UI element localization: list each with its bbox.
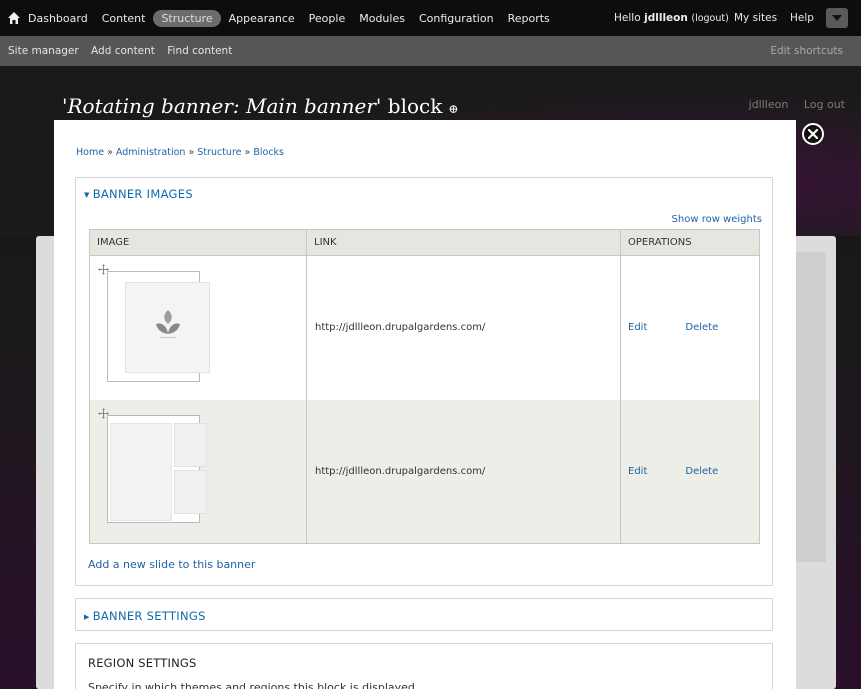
- breadcrumb-structure[interactable]: Structure: [197, 147, 241, 158]
- table-header-row: IMAGE LINK OPERATIONS: [89, 229, 760, 256]
- toolbar-item-structure[interactable]: Structure: [153, 9, 221, 27]
- toolbar-item-dashboard[interactable]: Dashboard: [28, 12, 88, 25]
- background-username[interactable]: jdllleon: [749, 98, 789, 111]
- table-row: http://jdllleon.drupalgardens.com/ Edit D…: [89, 399, 760, 544]
- help-link[interactable]: Help: [790, 12, 814, 24]
- banner-images-fieldset: ▼ BANNER IMAGES Show row weights IMAGE LI…: [75, 177, 773, 586]
- overlay-dialog: Home » Administration » Structure » Bloc…: [54, 120, 796, 689]
- breadcrumb-blocks[interactable]: Blocks: [253, 147, 284, 158]
- column-header-operations: OPERATIONS: [620, 229, 760, 256]
- toolbar-drawer-toggle[interactable]: [826, 8, 848, 28]
- banner-settings-legend[interactable]: ▶ BANNER SETTINGS: [84, 609, 206, 623]
- column-header-image: IMAGE: [89, 229, 307, 256]
- slide-operations: Edit Delete: [620, 399, 760, 544]
- admin-toolbar: Dashboard Content Structure Appearance P…: [0, 0, 861, 36]
- banner-settings-legend-text: BANNER SETTINGS: [92, 609, 206, 623]
- shortcut-site-manager[interactable]: Site manager: [8, 45, 79, 57]
- shortcuts-bar: Site manager Add content Find content Ed…: [0, 36, 861, 66]
- my-sites-link[interactable]: My sites: [734, 12, 777, 24]
- chevron-down-icon: [832, 15, 842, 21]
- expand-arrow-icon: ▶: [84, 613, 90, 621]
- shortcut-find-content[interactable]: Find content: [167, 45, 232, 57]
- thumbnail-panel-bottom-right: [174, 469, 207, 514]
- page-title: 'Rotating banner: Main banner' block ⊕: [62, 94, 458, 118]
- table-row: http://jdllleon.drupalgardens.com/ Edit D…: [89, 255, 760, 400]
- close-overlay-button[interactable]: [802, 123, 824, 145]
- region-settings-description: Specify in which themes and regions this…: [88, 681, 419, 689]
- page-title-suffix: block: [387, 94, 443, 118]
- thumbnail-panel-top-right: [174, 422, 207, 467]
- user-greeting: Hello jdllleon (logout): [614, 0, 729, 36]
- thumbnail-preview: [125, 282, 210, 373]
- toolbar-item-configuration[interactable]: Configuration: [419, 12, 494, 25]
- slide-link: http://jdllleon.drupalgardens.com/: [306, 255, 621, 400]
- edit-slide-link[interactable]: Edit: [628, 466, 647, 477]
- breadcrumb-administration[interactable]: Administration: [116, 147, 186, 158]
- slides-table: IMAGE LINK OPERATIONS http://jdllleon.dr…: [89, 229, 760, 544]
- delete-slide-link[interactable]: Delete: [685, 466, 718, 477]
- collapse-arrow-icon: ▼: [84, 191, 90, 199]
- close-icon: [808, 129, 818, 139]
- logout-link[interactable]: (logout): [691, 13, 728, 24]
- breadcrumb-home[interactable]: Home: [76, 147, 104, 158]
- background-logout[interactable]: Log out: [804, 98, 845, 111]
- slide-operations: Edit Delete: [620, 255, 760, 400]
- page-title-quoted: 'Rotating banner: Main banner': [62, 94, 382, 118]
- breadcrumb: Home » Administration » Structure » Bloc…: [76, 147, 285, 158]
- region-settings-title: REGION SETTINGS: [88, 656, 197, 670]
- thumbnail-panel-left: [110, 422, 172, 521]
- toolbar-item-people[interactable]: People: [309, 12, 346, 25]
- background-user-links: jdllleon Log out: [737, 98, 845, 111]
- shortcut-add-content[interactable]: Add content: [91, 45, 155, 57]
- greeting-text: Hello: [614, 12, 641, 24]
- delete-slide-link[interactable]: Delete: [685, 322, 718, 333]
- edit-shortcuts-link[interactable]: Edit shortcuts: [770, 45, 843, 57]
- slide-image-cell: [89, 399, 307, 544]
- contextual-links-icon[interactable]: ⊕: [448, 102, 458, 116]
- home-icon[interactable]: [6, 10, 22, 26]
- toolbar-item-modules[interactable]: Modules: [359, 12, 405, 25]
- toolbar-item-content[interactable]: Content: [102, 12, 146, 25]
- edit-slide-link[interactable]: Edit: [628, 322, 647, 333]
- region-settings-fieldset: REGION SETTINGS Specify in which themes …: [75, 643, 773, 689]
- slide-image-cell: [89, 255, 307, 400]
- username[interactable]: jdllleon: [644, 12, 688, 24]
- banner-images-legend[interactable]: ▼ BANNER IMAGES: [84, 187, 193, 201]
- toolbar-item-reports[interactable]: Reports: [508, 12, 550, 25]
- slide-thumbnail: [107, 414, 207, 523]
- slide-link: http://jdllleon.drupalgardens.com/: [306, 399, 621, 544]
- gardens-logo-icon: [156, 310, 180, 338]
- show-row-weights-link[interactable]: Show row weights: [672, 214, 762, 225]
- toolbar-menu: Dashboard Content Structure Appearance P…: [28, 0, 564, 36]
- banner-images-legend-text: BANNER IMAGES: [92, 187, 193, 201]
- column-header-link: LINK: [306, 229, 621, 256]
- add-slide-link[interactable]: Add a new slide to this banner: [88, 558, 255, 571]
- toolbar-item-appearance[interactable]: Appearance: [229, 12, 295, 25]
- banner-settings-fieldset: ▶ BANNER SETTINGS: [75, 598, 773, 631]
- slide-thumbnail: [107, 271, 210, 382]
